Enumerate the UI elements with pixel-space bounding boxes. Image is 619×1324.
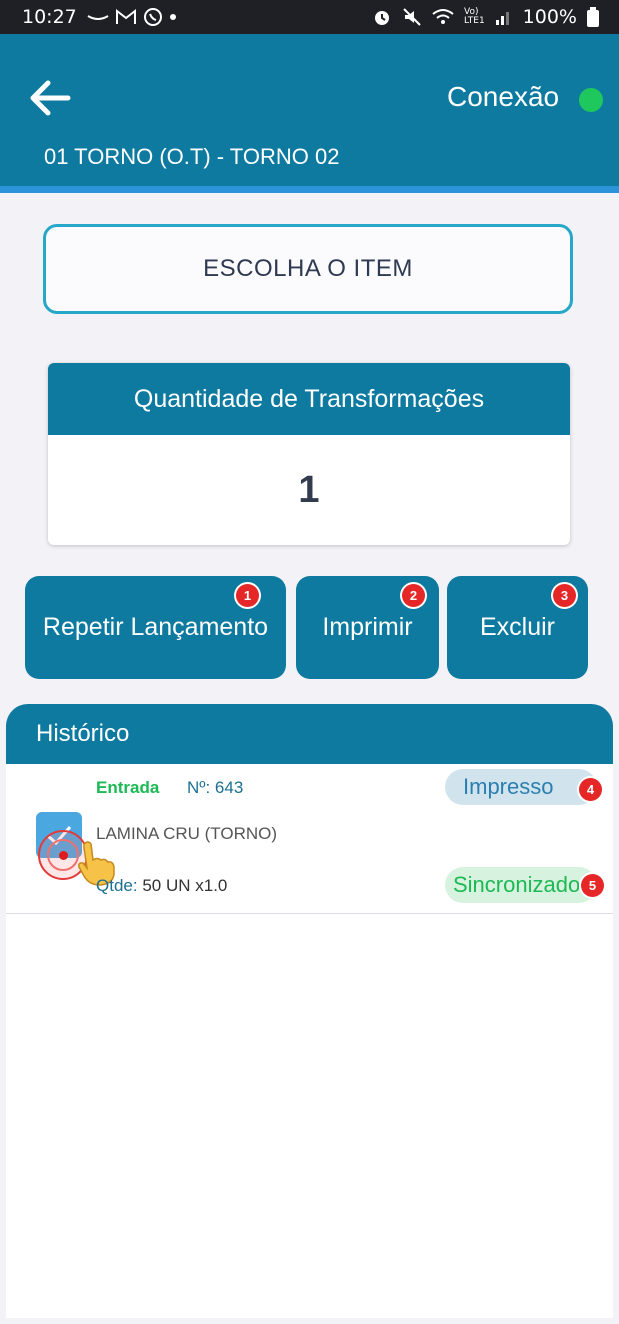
amazon-icon [87,15,109,20]
history-title: Histórico [36,720,130,747]
item-name: LAMINA CRU (TORNO) [96,824,278,843]
print-button[interactable]: Imprimir 2 [296,576,439,679]
machine-title: 01 TORNO (O.T) - TORNO 02 [44,144,340,169]
app-header: Conexão 01 TORNO (O.T) - TORNO 02 [0,34,619,186]
choose-item-button[interactable]: ESCOLHA O ITEM [43,224,573,314]
mute-icon [403,8,421,26]
header-accent-stripe [0,186,619,193]
quantity-value[interactable]: 1 [48,435,570,545]
battery-label: 100% [522,6,577,28]
print-label: Imprimir [322,613,413,641]
signal-icon [495,12,509,25]
connection-status-icon [579,88,603,112]
gmail-icon [115,8,136,24]
entry-number: Nº: 643 [187,778,244,797]
repeat-launch-label: Repetir Lançamento [42,613,269,641]
network-label: Vo) LTE1 [463,7,485,26]
quantity-card: Quantidade de Transformações 1 [48,363,570,545]
notification-icons [87,7,177,27]
quantity-title: Quantidade de Transformações [48,363,570,435]
dot-icon [169,14,176,20]
whatsapp-icon [143,8,162,26]
back-arrow-icon [30,80,71,116]
wifi-icon [432,9,454,24]
qty-label: Qtde: [96,876,138,895]
history-list: Entrada Nº: 643 LAMINA CRU (TORNO) Qtde:… [6,764,613,1318]
tutorial-badge-5: 5 [581,874,604,897]
history-header: Histórico [6,704,613,764]
back-button[interactable] [26,76,74,120]
print-status-badge: Impresso [445,769,597,805]
tutorial-badge-3: 3 [553,584,576,607]
tutorial-badge-2: 2 [402,584,425,607]
item-quantity: Qtde: 50 UN x1.0 [96,876,227,896]
sync-status-badge: Sincronizado [445,867,597,903]
delete-label: Excluir [479,613,555,641]
entry-type-label: Entrada [96,778,160,797]
alarm-icon [374,11,389,25]
connection-label: Conexão [447,81,560,112]
qty-value: 50 UN x1.0 [142,876,228,895]
delete-button[interactable]: Excluir 3 [447,576,588,679]
status-time: 10:27 [22,6,77,28]
row-divider [6,913,613,914]
status-bar: 10:27 Vo) LTE1 100% [0,0,619,34]
tutorial-badge-4: 4 [579,778,602,801]
tutorial-badge-1: 1 [236,584,259,607]
repeat-launch-button[interactable]: Repetir Lançamento 1 [25,576,286,679]
history-item[interactable]: Entrada Nº: 643 LAMINA CRU (TORNO) Qtde:… [6,764,613,913]
battery-icon [587,7,599,27]
